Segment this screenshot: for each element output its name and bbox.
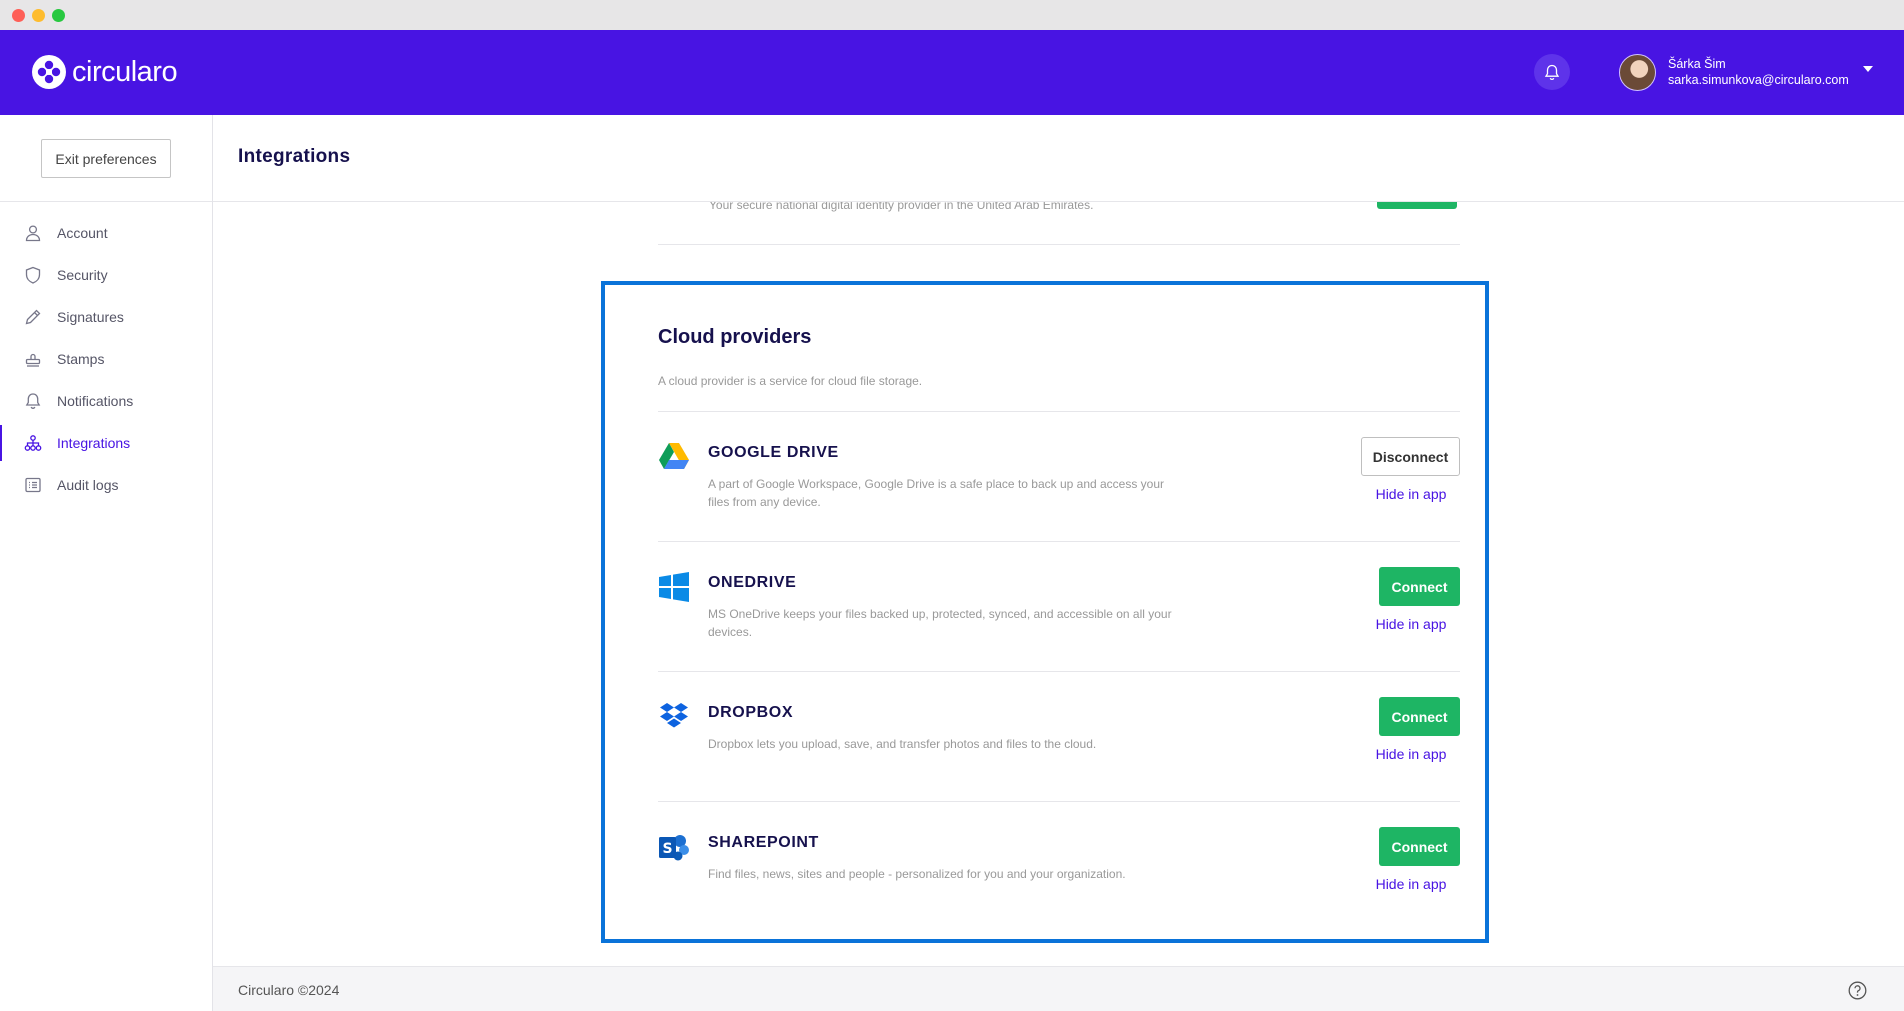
sidebar-item-label: Signatures (57, 309, 124, 325)
preferences-sidebar: Exit preferences Account Security Signat… (0, 115, 213, 1011)
divider (658, 244, 1460, 245)
shield-icon (25, 266, 41, 284)
sidebar-item-signatures[interactable]: Signatures (0, 299, 212, 335)
hide-in-app-link[interactable]: Hide in app (1371, 616, 1451, 632)
user-email[interactable]: sarka.simunkova@circularo.com (1668, 73, 1849, 87)
hide-in-app-link[interactable]: Hide in app (1371, 486, 1451, 502)
user-avatar[interactable] (1619, 54, 1656, 91)
connect-button[interactable]: Connect (1379, 827, 1460, 866)
hide-in-app-link[interactable]: Hide in app (1371, 746, 1451, 762)
exit-preferences-button[interactable]: Exit preferences (41, 139, 171, 178)
disconnect-button[interactable]: Disconnect (1361, 437, 1460, 476)
sidebar-item-label: Integrations (57, 435, 131, 451)
sidebar-item-label: Audit logs (57, 477, 119, 493)
divider (658, 541, 1460, 542)
previous-provider-description: Your secure national digital identity pr… (709, 202, 1094, 212)
user-name[interactable]: Šárka Šim (1668, 57, 1726, 71)
cloud-providers-title: Cloud providers (658, 326, 812, 348)
circularo-logo-icon (32, 55, 66, 89)
circularo-logo[interactable]: circularo (32, 52, 178, 92)
maximize-window-button[interactable] (52, 9, 65, 22)
sidebar-item-label: Security (57, 267, 108, 283)
footer-copyright: Circularo ©2024 (238, 982, 340, 998)
svg-text:S: S (662, 841, 672, 857)
sidebar-item-integrations[interactable]: Integrations (0, 425, 212, 461)
previous-provider-button[interactable] (1377, 202, 1457, 209)
stamp-icon (25, 353, 41, 367)
cloud-providers-description: A cloud provider is a service for cloud … (658, 374, 923, 388)
sidebar-header: Exit preferences (0, 115, 212, 202)
connect-button[interactable]: Connect (1379, 567, 1460, 606)
dropbox-icon (660, 703, 688, 728)
sidebar-item-label: Account (57, 225, 108, 241)
pen-icon (25, 309, 41, 325)
divider (658, 801, 1460, 802)
provider-sharepoint: S SHAREPOINT Find files, news, sites and… (658, 827, 1460, 962)
provider-description: A part of Google Workspace, Google Drive… (708, 477, 1165, 509)
provider-onedrive: ONEDRIVE MS OneDrive keeps your files ba… (658, 567, 1460, 702)
bell-icon (25, 393, 41, 409)
logo-wordmark: circularo (72, 55, 178, 88)
provider-description: Dropbox lets you upload, save, and trans… (708, 737, 1097, 751)
app-header: circularo Šárka Šim sarka.simunkova@circ… (0, 30, 1904, 115)
hide-in-app-link[interactable]: Hide in app (1371, 876, 1451, 892)
provider-name: GOOGLE DRIVE (708, 444, 839, 461)
close-window-button[interactable] (12, 9, 25, 22)
divider (658, 411, 1460, 412)
sidebar-item-label: Notifications (57, 393, 134, 409)
sidebar-item-security[interactable]: Security (0, 257, 212, 293)
provider-name: DROPBOX (708, 704, 794, 721)
provider-description: MS OneDrive keeps your files backed up, … (708, 607, 1172, 639)
provider-name: ONEDRIVE (708, 574, 797, 591)
sidebar-item-notifications[interactable]: Notifications (0, 383, 212, 419)
help-icon[interactable] (1848, 981, 1867, 1000)
sidebar-item-label: Stamps (57, 351, 105, 367)
integrations-content: Your secure national digital identity pr… (213, 202, 1904, 966)
google-drive-icon (659, 443, 689, 469)
notifications-button[interactable] (1534, 54, 1570, 90)
user-icon (25, 225, 41, 242)
network-icon (24, 435, 42, 451)
provider-description: Find files, news, sites and people - per… (708, 867, 1126, 881)
sidebar-item-stamps[interactable]: Stamps (0, 341, 212, 377)
windows-icon (659, 572, 689, 602)
browser-window: circularo Šárka Šim sarka.simunkova@circ… (0, 0, 1904, 1011)
provider-google-drive: GOOGLE DRIVE A part of Google Workspace,… (658, 437, 1460, 572)
sidebar-item-account[interactable]: Account (0, 215, 212, 251)
bell-icon (1544, 64, 1560, 80)
page-title: Integrations (238, 146, 351, 167)
divider (658, 671, 1460, 672)
provider-name: SHAREPOINT (708, 834, 819, 851)
sharepoint-icon: S (659, 835, 689, 861)
page-footer: Circularo ©2024 (213, 966, 1904, 1011)
provider-dropbox: DROPBOX Dropbox lets you upload, save, a… (658, 697, 1460, 832)
chevron-down-icon[interactable] (1863, 66, 1873, 72)
list-icon (25, 477, 41, 493)
window-titlebar (0, 0, 1904, 30)
content-header: Integrations (213, 115, 1904, 202)
connect-button[interactable]: Connect (1379, 697, 1460, 736)
sidebar-item-audit-logs[interactable]: Audit logs (0, 467, 212, 503)
minimize-window-button[interactable] (32, 9, 45, 22)
